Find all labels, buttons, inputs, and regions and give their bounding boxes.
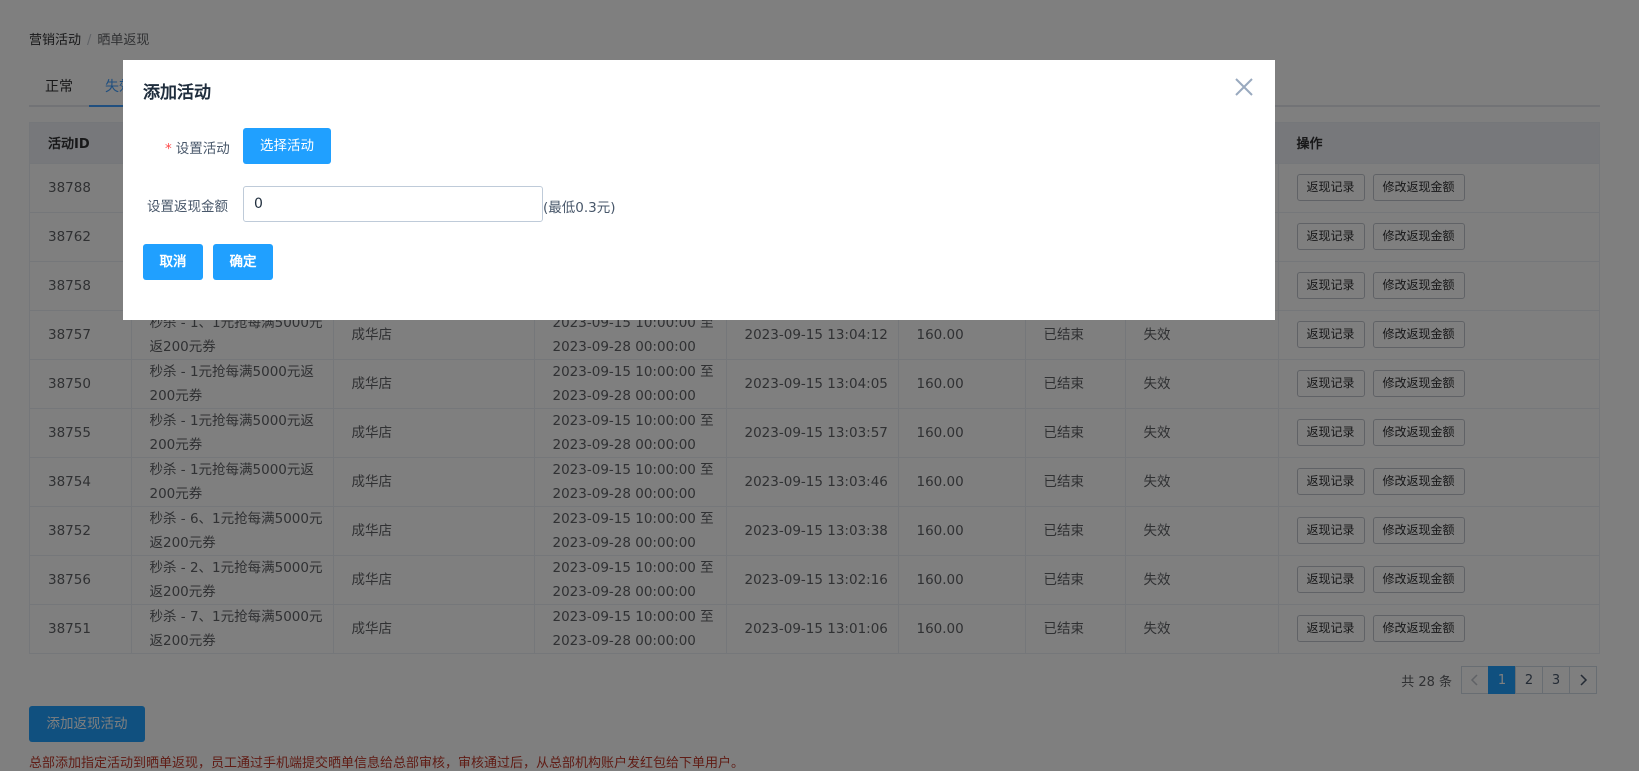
add-activity-dialog: 添加活动 *设置活动 选择活动 设置返现金额 (最低0.3元) 取消 确定: [123, 60, 1275, 320]
amount-hint: (最低0.3元): [543, 200, 616, 216]
close-icon: [1235, 78, 1253, 96]
amount-label: 设置返现金额: [147, 199, 228, 215]
activity-label-text: 设置活动: [175, 141, 230, 157]
page: 营销活动/晒单返现 正常 失效 活动ID 操作: [0, 0, 1639, 771]
cashback-amount-input[interactable]: [243, 186, 543, 222]
dialog-title: 添加活动: [143, 83, 211, 103]
close-button[interactable]: [1233, 76, 1255, 98]
required-mark: *: [165, 141, 172, 157]
cancel-button[interactable]: 取消: [143, 244, 203, 280]
select-activity-button[interactable]: 选择活动: [243, 128, 331, 164]
confirm-button[interactable]: 确定: [213, 244, 273, 280]
activity-label: * 设置活动: [165, 137, 230, 157]
